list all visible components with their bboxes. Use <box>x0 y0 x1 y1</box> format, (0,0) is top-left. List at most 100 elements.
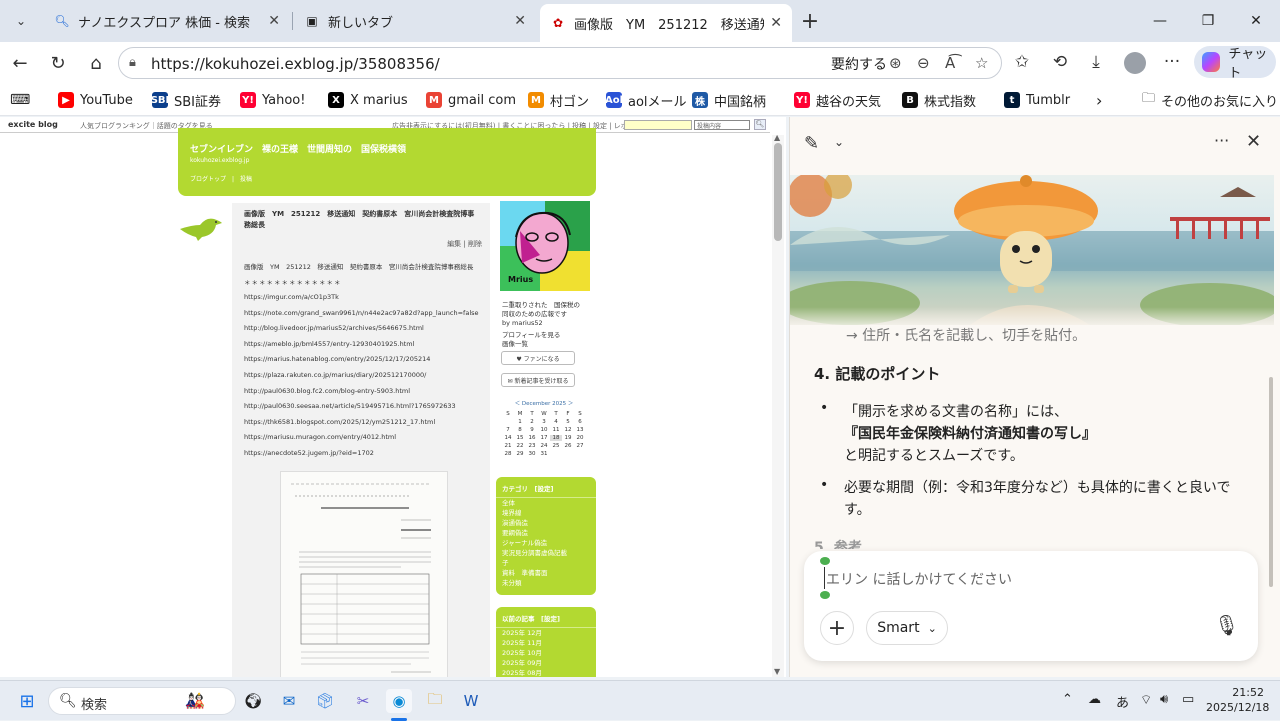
archive-item[interactable]: 2025年 10月 <box>496 648 596 658</box>
calendar-day[interactable]: 1 <box>514 419 526 425</box>
profile-image[interactable]: Mrius <box>500 201 590 291</box>
calendar-day[interactable]: 5 <box>562 419 574 425</box>
minimize-button[interactable]: — <box>1140 8 1180 34</box>
calendar-day[interactable]: 15 <box>514 435 526 441</box>
bookmark-item[interactable]: 株中国銘柄 <box>692 90 766 110</box>
address-bar[interactable]: 🔒︎ https://kokuhozei.exblog.jp/35808356/… <box>118 47 1002 79</box>
calendar-day[interactable]: 19 <box>562 435 574 441</box>
mode-selector[interactable]: Smart ⌄ <box>866 611 948 645</box>
calendar-day[interactable]: 6 <box>574 419 586 425</box>
category-item[interactable]: 資料 準備書面 <box>496 568 596 578</box>
summarize-button[interactable]: 要約する <box>831 54 887 74</box>
favorites-icon[interactable]: ✩ <box>1010 52 1034 72</box>
post-link[interactable]: https://ameblo.jp/bml4557/entry-12930401… <box>244 340 414 348</box>
taskbar-search[interactable]: 🔍︎ 検索 🎎 <box>48 687 236 715</box>
word-icon[interactable]: W <box>458 689 484 713</box>
bookmark-item[interactable]: ▶ YouTube <box>58 90 133 110</box>
file-explorer-icon[interactable]: 🗀 <box>422 689 448 713</box>
blog-search-button[interactable]: 🔍︎ <box>754 119 766 130</box>
post-link[interactable]: https://thk6581.blogspot.com/2025/12/ym2… <box>244 418 435 426</box>
calendar-day[interactable]: 28 <box>502 451 514 457</box>
post-link[interactable]: http://paul0630.blog.fc2.com/blog-entry-… <box>244 387 410 395</box>
wifi-icon[interactable]: ⌔ <box>1140 692 1152 708</box>
clock-time[interactable]: 21:52 <box>1212 686 1264 699</box>
archive-item[interactable]: 2025年 12月 <box>496 628 596 638</box>
battery-icon[interactable]: ▭ <box>1182 692 1194 707</box>
refresh-button[interactable]: ↻ <box>44 50 72 76</box>
tab-blog-active[interactable]: ✿ 画像版 YM 251212 移送通知 ✕ <box>540 4 792 42</box>
chevron-up-icon[interactable]: ⌃ <box>1062 692 1073 707</box>
image-list-link[interactable]: 画像一覧 <box>502 338 528 348</box>
volume-icon[interactable]: 🔊︎ <box>1160 692 1168 707</box>
calendar-day[interactable]: 16 <box>526 435 538 441</box>
document-image[interactable] <box>280 471 448 677</box>
blog-nav[interactable]: ブログトップ | 投稿 <box>190 174 252 183</box>
read-aloud-icon[interactable]: A͡ <box>945 54 955 72</box>
calendar-day[interactable]: 11 <box>550 427 562 433</box>
post-link[interactable]: http://blog.livedoor.jp/marius52/archive… <box>244 324 424 332</box>
restore-button[interactable]: ❐ <box>1188 8 1228 34</box>
back-button[interactable]: ← <box>6 50 34 76</box>
excite-logo[interactable]: excite blog <box>8 120 58 129</box>
clock-date[interactable]: 2025/12/18 <box>1206 701 1269 714</box>
post-link[interactable]: https://imgur.com/a/cO1p3Tk <box>244 293 339 301</box>
post-link[interactable]: https://plaza.rakuten.co.jp/marius/diary… <box>244 371 426 379</box>
scroll-thumb[interactable] <box>774 143 782 241</box>
profile-author[interactable]: by marius52 <box>502 319 543 327</box>
post-link[interactable]: https://anecdote52.jugem.jp/?eid=1702 <box>244 449 374 457</box>
page-scrollbar[interactable]: ▲ ▼ <box>772 133 784 677</box>
add-attachment-button[interactable]: + <box>820 611 854 645</box>
ime-indicator[interactable]: あ <box>1116 692 1129 711</box>
calendar-day[interactable]: 26 <box>562 443 574 449</box>
new-chat-icon[interactable]: ✎ <box>804 133 819 154</box>
calendar-day[interactable]: 24 <box>538 443 550 449</box>
collections-icon[interactable]: ⌨ <box>10 90 30 110</box>
profile-avatar[interactable] <box>1124 52 1146 74</box>
history-icon[interactable]: ⟲ <box>1048 52 1072 72</box>
chevron-right-icon[interactable]: › <box>1096 90 1102 110</box>
chat-input[interactable]: エリン に話しかけてください <box>826 569 1012 589</box>
download-icon[interactable]: ⤓ <box>1084 52 1108 72</box>
url-text[interactable]: https://kokuhozei.exblog.jp/35808356/ <box>151 55 440 73</box>
calendar-day[interactable]: 3 <box>538 419 550 425</box>
calendar-day[interactable]: 29 <box>514 451 526 457</box>
category-item[interactable]: 全体 <box>496 498 596 508</box>
post-link[interactable]: https://mariusu.muragon.com/entry/4012.h… <box>244 433 396 441</box>
bookmark-item[interactable]: M 村ゴン <box>528 90 589 110</box>
archive-item[interactable]: 2025年 09月 <box>496 658 596 668</box>
category-item[interactable]: 未分類 <box>496 578 596 588</box>
chevron-down-icon[interactable]: ⌄ <box>834 135 844 149</box>
favorite-star-icon[interactable]: ☆ <box>975 54 988 72</box>
copilot-scroll-thumb[interactable] <box>1269 377 1273 587</box>
scroll-up-icon[interactable]: ▲ <box>774 133 780 142</box>
bookmark-item[interactable]: Mgmail com <box>426 90 516 110</box>
close-window-button[interactable]: ✕ <box>1236 8 1276 34</box>
home-button[interactable]: ⌂ <box>82 50 110 76</box>
post-title[interactable]: 画像版 YM 251212 移送通知 契約書原本 宮川尚会計検査院博事務総長 <box>244 209 480 231</box>
category-item[interactable]: 実況見分調書虚偽記載 <box>496 548 596 558</box>
category-item[interactable]: 境界線 <box>496 508 596 518</box>
cloud-icon[interactable]: ☁ <box>1088 692 1101 707</box>
category-item[interactable]: ジャーナル偽造 <box>496 538 596 548</box>
other-favorites-folder[interactable]: 🗀 その他のお気に入り <box>1142 90 1278 110</box>
calendar-day[interactable]: 10 <box>538 427 550 433</box>
calendar-day[interactable]: 9 <box>526 427 538 433</box>
category-item[interactable]: 要綱偽造 <box>496 528 596 538</box>
copilot-scrollbar[interactable] <box>1268 177 1274 677</box>
calendar-day[interactable]: 25 <box>550 443 562 449</box>
more-menu-icon[interactable]: ··· <box>1160 52 1184 72</box>
bookmark-item[interactable]: Aol aolメール <box>605 90 687 110</box>
calendar-day[interactable]: 22 <box>514 443 526 449</box>
tab-actions-button[interactable]: ⌄ <box>6 7 36 35</box>
calendar-day[interactable]: 13 <box>574 427 586 433</box>
lock-icon[interactable]: 🔒︎ <box>129 55 136 70</box>
edge-icon[interactable]: ◉ <box>386 689 412 713</box>
snipping-tool-icon[interactable]: ✂ <box>350 689 376 713</box>
blog-title[interactable]: セブンイレブン 裸の王様 世間周知の 国保税横領 <box>190 142 406 155</box>
calendar-day[interactable]: 21 <box>502 443 514 449</box>
post-link[interactable]: http://paul0630.seesaa.net/article/51949… <box>244 402 456 410</box>
archive-item[interactable]: 2025年 08月 <box>496 668 596 677</box>
calendar-day[interactable]: 8 <box>514 427 526 433</box>
widgets-icon[interactable]: 🌍︎ <box>240 689 266 713</box>
calendar-day[interactable]: 30 <box>526 451 538 457</box>
